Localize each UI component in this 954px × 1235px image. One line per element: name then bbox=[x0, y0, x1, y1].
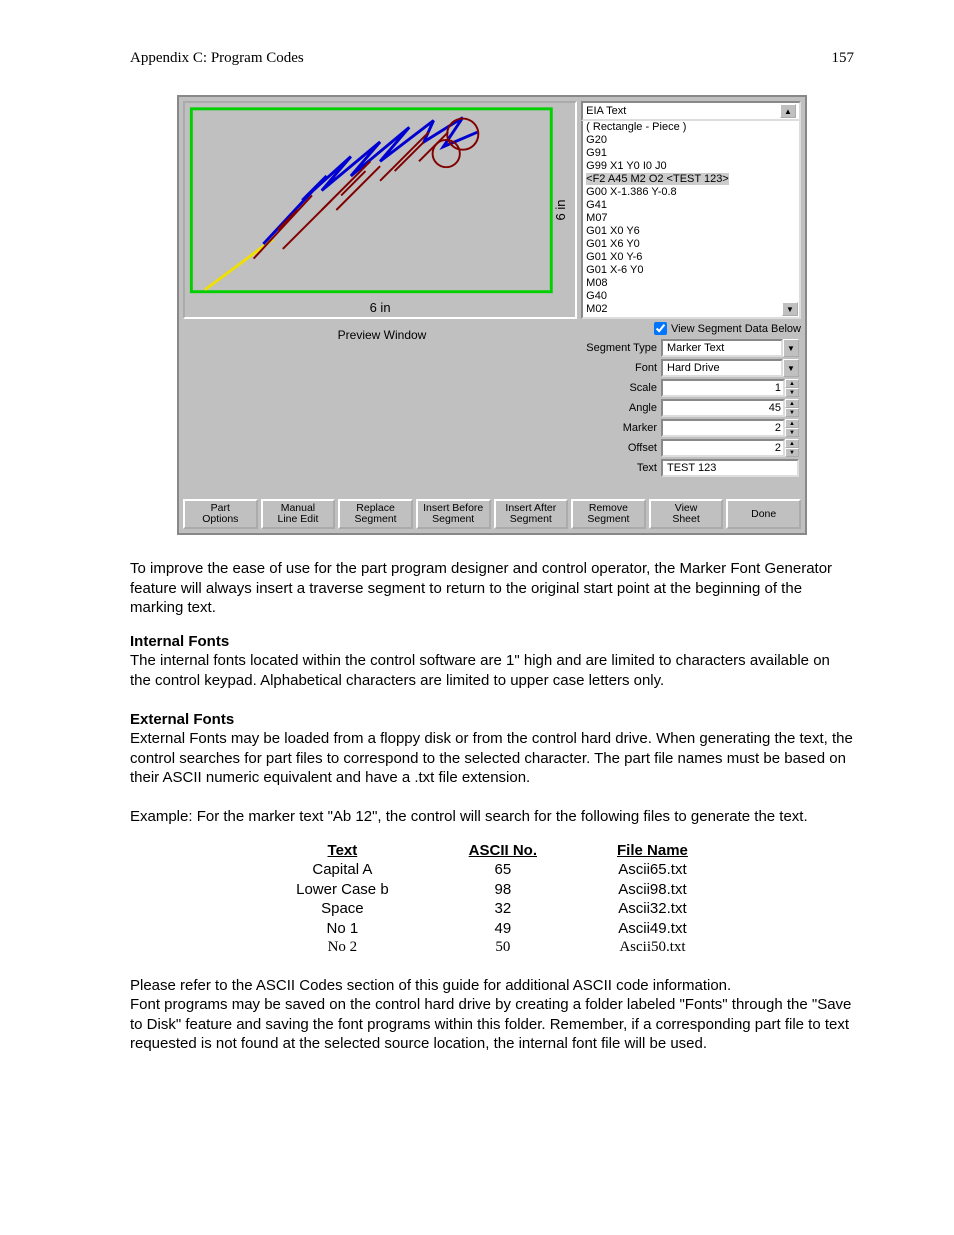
table-row: No 250Ascii50.txt bbox=[256, 938, 728, 958]
text-input[interactable]: TEST 123 bbox=[661, 459, 799, 477]
marker-input[interactable]: 2 bbox=[661, 419, 785, 437]
done-button[interactable]: Done bbox=[726, 499, 801, 529]
header-left: Appendix C: Program Codes bbox=[130, 50, 304, 67]
view-sheet-button[interactable]: View Sheet bbox=[649, 499, 724, 529]
scale-spinner[interactable]: ▲▼ bbox=[785, 379, 799, 397]
toolpath-drawing bbox=[185, 103, 575, 317]
view-segment-checkbox[interactable] bbox=[654, 322, 667, 335]
header-page-number: 157 bbox=[832, 50, 855, 67]
paragraph: To improve the ease of use for the part … bbox=[130, 559, 854, 618]
offset-spinner[interactable]: ▲▼ bbox=[785, 439, 799, 457]
table-row: Space32Ascii32.txt bbox=[256, 899, 728, 919]
button-bar: Part Options Manual Line Edit Replace Se… bbox=[179, 495, 805, 533]
ascii-table: Text ASCII No. File Name Capital A65Asci… bbox=[256, 841, 728, 958]
offset-label: Offset bbox=[581, 442, 661, 454]
preview-pane: 6 in 6 in bbox=[183, 101, 577, 319]
eia-highlighted-line: <F2 A45 M2 O2 <TEST 123> bbox=[586, 173, 729, 185]
manual-line-edit-button[interactable]: Manual Line Edit bbox=[261, 499, 336, 529]
text-label: Text bbox=[581, 462, 661, 474]
col-filename: File Name bbox=[577, 841, 728, 861]
replace-segment-button[interactable]: Replace Segment bbox=[338, 499, 413, 529]
app-window: 6 in 6 in EIA Text ▲ ( Rectangle - Piece… bbox=[177, 95, 807, 535]
body-text: To improve the ease of use for the part … bbox=[130, 559, 854, 1054]
offset-input[interactable]: 2 bbox=[661, 439, 785, 457]
part-options-button[interactable]: Part Options bbox=[183, 499, 258, 529]
internal-fonts-heading: Internal Fonts bbox=[130, 633, 229, 650]
segment-type-label: Segment Type bbox=[581, 342, 661, 354]
paragraph: The internal fonts located within the co… bbox=[130, 652, 830, 689]
scale-label: Scale bbox=[581, 382, 661, 394]
angle-input[interactable]: 45 bbox=[661, 399, 785, 417]
table-header-row: Text ASCII No. File Name bbox=[256, 841, 728, 861]
view-segment-label: View Segment Data Below bbox=[671, 323, 801, 335]
eia-textbox[interactable]: ( Rectangle - Piece ) G20 G91 G99 X1 Y0 … bbox=[581, 121, 801, 319]
angle-label: Angle bbox=[581, 402, 661, 414]
scroll-up-button[interactable]: ▲ bbox=[780, 104, 796, 118]
table-row: Lower Case b98Ascii98.txt bbox=[256, 880, 728, 900]
view-segment-check-row: View Segment Data Below bbox=[581, 319, 805, 337]
paragraph: External Fonts may be loaded from a flop… bbox=[130, 730, 853, 786]
font-label: Font bbox=[581, 362, 661, 374]
scroll-down-button[interactable]: ▼ bbox=[782, 302, 798, 316]
segment-form: Segment Type Marker Text ▼ Font Hard Dri… bbox=[581, 337, 805, 479]
paragraph: Please refer to the ASCII Codes section … bbox=[130, 976, 854, 996]
insert-before-segment-button[interactable]: Insert Before Segment bbox=[416, 499, 491, 529]
table-row: Capital A65Ascii65.txt bbox=[256, 860, 728, 880]
page-header: Appendix C: Program Codes 157 bbox=[130, 50, 854, 67]
col-text: Text bbox=[256, 841, 429, 861]
eia-title: EIA Text bbox=[586, 105, 626, 117]
dropdown-arrow-icon[interactable]: ▼ bbox=[783, 359, 799, 377]
external-fonts-heading: External Fonts bbox=[130, 711, 234, 728]
paragraph: Example: For the marker text "Ab 12", th… bbox=[130, 807, 854, 827]
table-row: No 149Ascii49.txt bbox=[256, 919, 728, 939]
eia-pane: EIA Text ▲ ( Rectangle - Piece ) G20 G91… bbox=[581, 101, 801, 319]
marker-spinner[interactable]: ▲▼ bbox=[785, 419, 799, 437]
insert-after-segment-button[interactable]: Insert After Segment bbox=[494, 499, 569, 529]
preview-dim-x: 6 in bbox=[370, 300, 391, 315]
font-select[interactable]: Hard Drive bbox=[661, 359, 783, 377]
eia-title-bar: EIA Text ▲ bbox=[581, 101, 801, 121]
preview-dim-y: 6 in bbox=[553, 200, 568, 221]
col-ascii-no: ASCII No. bbox=[429, 841, 577, 861]
remove-segment-button[interactable]: Remove Segment bbox=[571, 499, 646, 529]
angle-spinner[interactable]: ▲▼ bbox=[785, 399, 799, 417]
marker-label: Marker bbox=[581, 422, 661, 434]
paragraph: Font programs may be saved on the contro… bbox=[130, 995, 854, 1054]
dropdown-arrow-icon[interactable]: ▼ bbox=[783, 339, 799, 357]
scale-input[interactable]: 1 bbox=[661, 379, 785, 397]
segment-type-select[interactable]: Marker Text bbox=[661, 339, 783, 357]
